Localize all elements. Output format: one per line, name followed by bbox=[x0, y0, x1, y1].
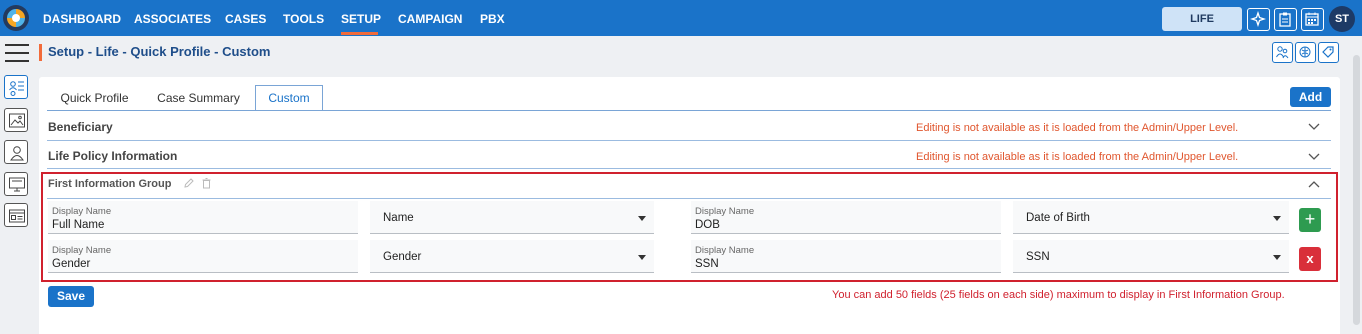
vertical-scrollbar[interactable] bbox=[1353, 55, 1360, 325]
select-value: SSN bbox=[1026, 251, 1050, 263]
section-note-life-policy: Editing is not available as it is loaded… bbox=[916, 151, 1239, 163]
caret-down-icon bbox=[1273, 216, 1281, 221]
field-mapping-select[interactable]: Date of Birth bbox=[1013, 201, 1289, 234]
display-name-field[interactable]: Display Name DOB bbox=[691, 201, 1001, 234]
app-logo[interactable] bbox=[3, 5, 29, 31]
nav-pbx[interactable]: PBX bbox=[480, 0, 505, 36]
field-mapping-select[interactable]: SSN bbox=[1013, 240, 1289, 273]
profile-settings-icon[interactable] bbox=[4, 75, 28, 99]
section-note-beneficiary: Editing is not available as it is loaded… bbox=[916, 122, 1239, 134]
field-label: Display Name bbox=[52, 245, 112, 256]
pencil-edit-icon[interactable] bbox=[183, 177, 194, 189]
caret-down-icon bbox=[638, 216, 646, 221]
nav-campaign[interactable]: CAMPAIGN bbox=[398, 0, 462, 36]
field-value: DOB bbox=[695, 219, 720, 231]
save-button[interactable]: Save bbox=[48, 286, 94, 307]
display-name-field[interactable]: Display Name Gender bbox=[48, 240, 358, 273]
caret-down-icon bbox=[638, 255, 646, 260]
tab-quick-profile[interactable]: Quick Profile bbox=[48, 86, 141, 111]
tab-divider bbox=[47, 110, 1331, 111]
field-limit-note: You can add 50 fields (25 fields on each… bbox=[832, 289, 1285, 301]
user-avatar[interactable]: ST bbox=[1329, 6, 1355, 32]
nav-associates[interactable]: ASSOCIATES bbox=[134, 0, 211, 36]
tag-icon[interactable] bbox=[1318, 42, 1339, 63]
sparkle-icon[interactable] bbox=[1247, 8, 1270, 31]
nav-cases[interactable]: CASES bbox=[225, 0, 266, 36]
calendar-icon[interactable] bbox=[1301, 8, 1324, 31]
page-title: Setup - Life - Quick Profile - Custom bbox=[48, 44, 271, 59]
trash-icon[interactable] bbox=[201, 177, 212, 189]
field-value: Gender bbox=[52, 258, 91, 270]
section-title-beneficiary[interactable]: Beneficiary bbox=[48, 120, 113, 134]
field-value: Full Name bbox=[52, 219, 105, 231]
chevron-down-icon[interactable] bbox=[1308, 150, 1320, 162]
nav-dashboard[interactable]: DASHBOARD bbox=[43, 0, 121, 36]
add-button[interactable]: Add bbox=[1290, 87, 1331, 107]
field-label: Display Name bbox=[52, 206, 112, 217]
field-value: SSN bbox=[695, 258, 719, 270]
image-gallery-icon[interactable] bbox=[4, 108, 28, 132]
field-mapping-select[interactable]: Name bbox=[370, 201, 654, 234]
nav-setup[interactable]: SETUP bbox=[341, 0, 381, 36]
active-nav-indicator bbox=[341, 32, 378, 35]
field-mapping-select[interactable]: Gender bbox=[370, 240, 654, 273]
user-profile-icon[interactable] bbox=[4, 140, 28, 164]
remove-row-button[interactable]: x bbox=[1299, 247, 1321, 271]
section-divider bbox=[47, 140, 1331, 141]
section-title-life-policy[interactable]: Life Policy Information bbox=[48, 149, 177, 163]
title-accent-bar bbox=[39, 44, 42, 61]
brain-icon[interactable] bbox=[1295, 42, 1316, 63]
field-label: Display Name bbox=[695, 245, 755, 256]
id-card-icon[interactable] bbox=[4, 203, 28, 227]
group-title[interactable]: First Information Group bbox=[48, 178, 171, 190]
select-value: Name bbox=[383, 212, 414, 224]
monitor-settings-icon[interactable] bbox=[4, 172, 28, 196]
field-label: Display Name bbox=[695, 206, 755, 217]
group-divider bbox=[47, 198, 1331, 199]
add-row-button[interactable]: + bbox=[1299, 208, 1321, 232]
display-name-field[interactable]: Display Name SSN bbox=[691, 240, 1001, 273]
clipboard-icon[interactable] bbox=[1274, 8, 1297, 31]
tab-case-summary[interactable]: Case Summary bbox=[147, 86, 250, 111]
chevron-up-icon[interactable] bbox=[1308, 179, 1320, 191]
nav-tools[interactable]: TOOLS bbox=[283, 0, 324, 36]
select-value: Gender bbox=[383, 251, 422, 263]
display-name-field[interactable]: Display Name Full Name bbox=[48, 201, 358, 234]
top-navigation-bar: DASHBOARD ASSOCIATES CASES TOOLS SETUP C… bbox=[0, 0, 1362, 36]
section-divider bbox=[47, 168, 1331, 169]
chevron-down-icon[interactable] bbox=[1308, 120, 1320, 132]
tab-custom[interactable]: Custom bbox=[255, 85, 323, 111]
caret-down-icon bbox=[1273, 255, 1281, 260]
life-module-button[interactable]: LIFE bbox=[1162, 7, 1242, 31]
hamburger-menu-icon[interactable] bbox=[5, 44, 29, 62]
people-settings-icon[interactable] bbox=[1272, 42, 1293, 63]
select-value: Date of Birth bbox=[1026, 212, 1090, 224]
